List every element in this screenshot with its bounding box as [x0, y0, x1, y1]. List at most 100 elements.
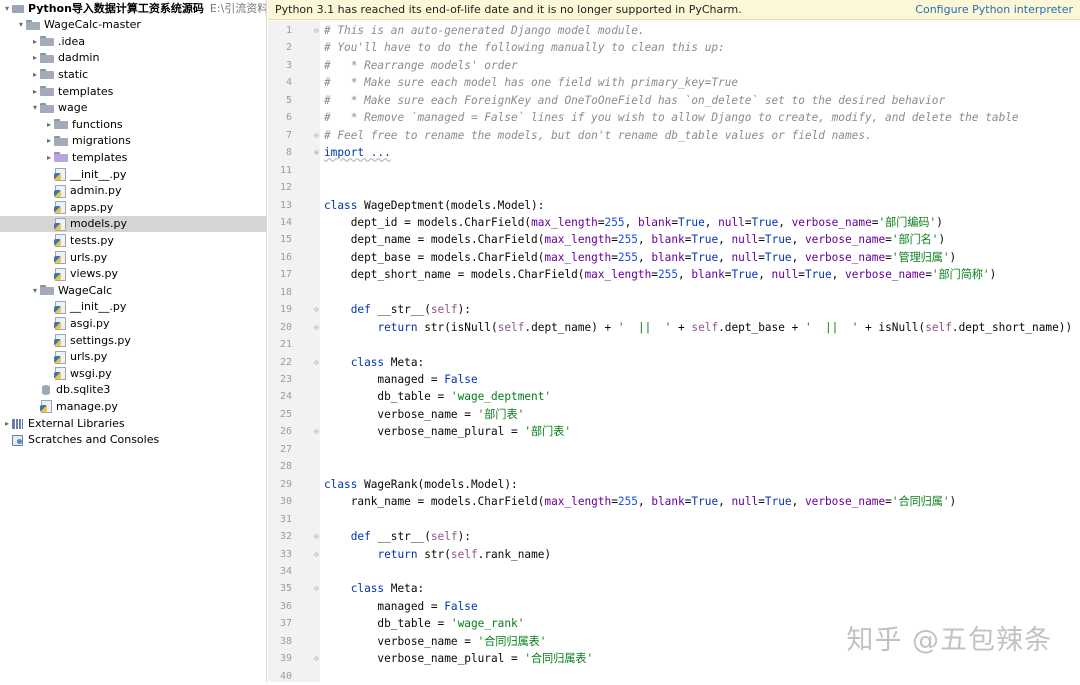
tree-item[interactable]: ▾ wage [0, 100, 266, 116]
code-line: # * Remove `managed = False` lines if yo… [324, 111, 1019, 125]
tree-item[interactable]: wsgi.py [0, 365, 266, 381]
fold-marker-icon[interactable]: ⊖ [314, 546, 322, 563]
tree-item[interactable]: ▾ WageCalc-master [0, 17, 266, 33]
code-line: # This is an auto-generated Django model… [324, 24, 645, 37]
line-number: 7 [285, 129, 292, 141]
line-number: 22 [279, 356, 292, 368]
line-number: 24 [279, 391, 292, 403]
folder-icon [40, 102, 54, 113]
code-line: def __str__(self): [350, 530, 471, 544]
project-folder-icon [12, 3, 24, 13]
fold-marker-icon[interactable]: ⊖ [314, 528, 322, 545]
fold-marker-icon[interactable]: ⊖ [314, 127, 322, 144]
fold-marker-icon[interactable]: ⊖ [314, 423, 322, 440]
tree-item-label: urls.py [70, 350, 108, 364]
tree-item[interactable]: tests.py [0, 232, 266, 248]
line-number: 4 [285, 77, 292, 89]
python-file-icon [54, 367, 66, 381]
tree-item-label: WageCalc-master [44, 18, 141, 32]
line-number: 20 [279, 321, 292, 333]
tree-item[interactable]: views.py [0, 266, 266, 282]
tree-item-label: __init__.py [70, 167, 127, 181]
expand-arrow-icon[interactable]: ▸ [30, 87, 40, 96]
configure-interpreter-link[interactable]: Configure Python interpreter [915, 3, 1073, 16]
tree-item-label: asgi.py [70, 316, 110, 330]
fold-marker-icon[interactable]: ⊖ [314, 319, 322, 336]
tree-item[interactable]: __init__.py [0, 299, 266, 315]
python-file-icon [54, 168, 66, 181]
tree-item[interactable]: ▸ static [0, 66, 266, 82]
line-number: 2 [285, 42, 292, 54]
tree-item[interactable]: ▾ Python导入数据计算工资系统源码 E:\引流资料\引流资 [0, 0, 266, 16]
tree-item-label: wage [58, 101, 88, 115]
collapse-arrow-icon[interactable]: ▾ [30, 103, 40, 112]
fold-marker-icon[interactable]: ⊖ [314, 22, 322, 39]
tree-item[interactable]: ▸ External Libraries [0, 415, 266, 431]
tree-item[interactable]: manage.py [0, 398, 266, 414]
tree-item[interactable]: urls.py [0, 349, 266, 365]
line-number: 11 [279, 164, 292, 176]
python-file-icon [54, 184, 66, 198]
fold-marker-icon[interactable]: ⊕ [314, 144, 322, 161]
tree-item-label: dadmin [58, 51, 100, 65]
expand-arrow-icon[interactable]: ▸ [2, 419, 12, 428]
tree-item[interactable]: models.py [0, 215, 266, 232]
tree-item-label: WageCalc [58, 283, 113, 297]
expand-arrow-icon[interactable]: ▸ [30, 53, 40, 62]
code-line: # * Rearrange models' order [324, 58, 518, 72]
tree-item[interactable]: apps.py [0, 199, 266, 215]
fold-marker-icon[interactable]: ⊖ [314, 354, 322, 371]
line-number: 19 [279, 304, 292, 316]
code-line: # * Make sure each model has one field w… [324, 76, 739, 90]
code-line: dept_id = models.CharField(max_length=25… [324, 215, 943, 229]
tree-item-label: functions [72, 117, 123, 131]
tree-item[interactable]: Scratches and Consoles [0, 432, 266, 448]
python-file-icon [54, 234, 66, 248]
expand-arrow-icon[interactable]: ▸ [44, 136, 54, 145]
expand-arrow-icon[interactable]: ▸ [30, 70, 40, 79]
code-line: class Meta: [350, 355, 425, 369]
collapse-arrow-icon[interactable]: ▾ [30, 286, 40, 295]
project-tree-panel: ▾Python导入数据计算工资系统源码E:\引流资料\引流资▾WageCalc-… [0, 0, 267, 682]
line-number: 18 [279, 286, 292, 298]
fold-marker-icon[interactable]: ⊖ [314, 301, 322, 318]
fold-marker-icon[interactable]: ⊖ [314, 650, 322, 667]
folder-icon [54, 135, 68, 146]
code-line: rank_name = models.CharField(max_length=… [324, 495, 957, 509]
expand-arrow-icon[interactable]: ▸ [44, 153, 54, 162]
tree-item-label: migrations [72, 134, 131, 148]
python-file-icon [54, 251, 66, 264]
tree-item[interactable]: urls.py [0, 249, 266, 265]
expand-arrow-icon[interactable]: ▸ [30, 37, 40, 46]
tree-item[interactable]: ▸ dadmin [0, 50, 266, 66]
tree-item[interactable]: ▾ WageCalc [0, 282, 266, 298]
expand-arrow-icon[interactable]: ▸ [44, 120, 54, 129]
tree-item[interactable]: ▸ migrations [0, 133, 266, 149]
fold-marker-icon[interactable]: ⊖ [314, 580, 322, 597]
line-number: 6 [285, 112, 292, 124]
tree-item[interactable]: ▸ .idea [0, 33, 266, 49]
tree-item[interactable]: __init__.py [0, 166, 266, 182]
tree-item-label: templates [58, 84, 114, 98]
python-file-icon [54, 201, 66, 215]
code-line: return str(self.rank_name) [377, 547, 552, 561]
tree-item[interactable]: db.sqlite3 [0, 382, 266, 398]
watermark: 知乎 @五包辣条 [846, 625, 1052, 656]
tree-item[interactable]: asgi.py [0, 315, 266, 331]
tree-item[interactable]: ▸ templates [0, 149, 266, 165]
line-number: 15 [279, 234, 292, 246]
collapse-arrow-icon[interactable]: ▾ [2, 4, 12, 13]
line-number: 8 [285, 147, 292, 159]
code-line: # You'll have to do the following manual… [324, 41, 725, 55]
tree-item[interactable]: admin.py [0, 183, 266, 199]
line-number: 26 [279, 426, 292, 438]
tree-item[interactable]: settings.py [0, 332, 266, 348]
tree-item[interactable]: ▸ functions [0, 116, 266, 132]
library-icon [12, 418, 24, 429]
tree-item-label: Python导入数据计算工资系统源码 [28, 2, 204, 15]
tree-item-label: settings.py [70, 333, 131, 347]
tree-item[interactable]: ▸ templates [0, 83, 266, 99]
tree-item-label: .idea [58, 34, 86, 48]
tree-item-label: models.py [70, 217, 127, 231]
collapse-arrow-icon[interactable]: ▾ [16, 20, 26, 29]
